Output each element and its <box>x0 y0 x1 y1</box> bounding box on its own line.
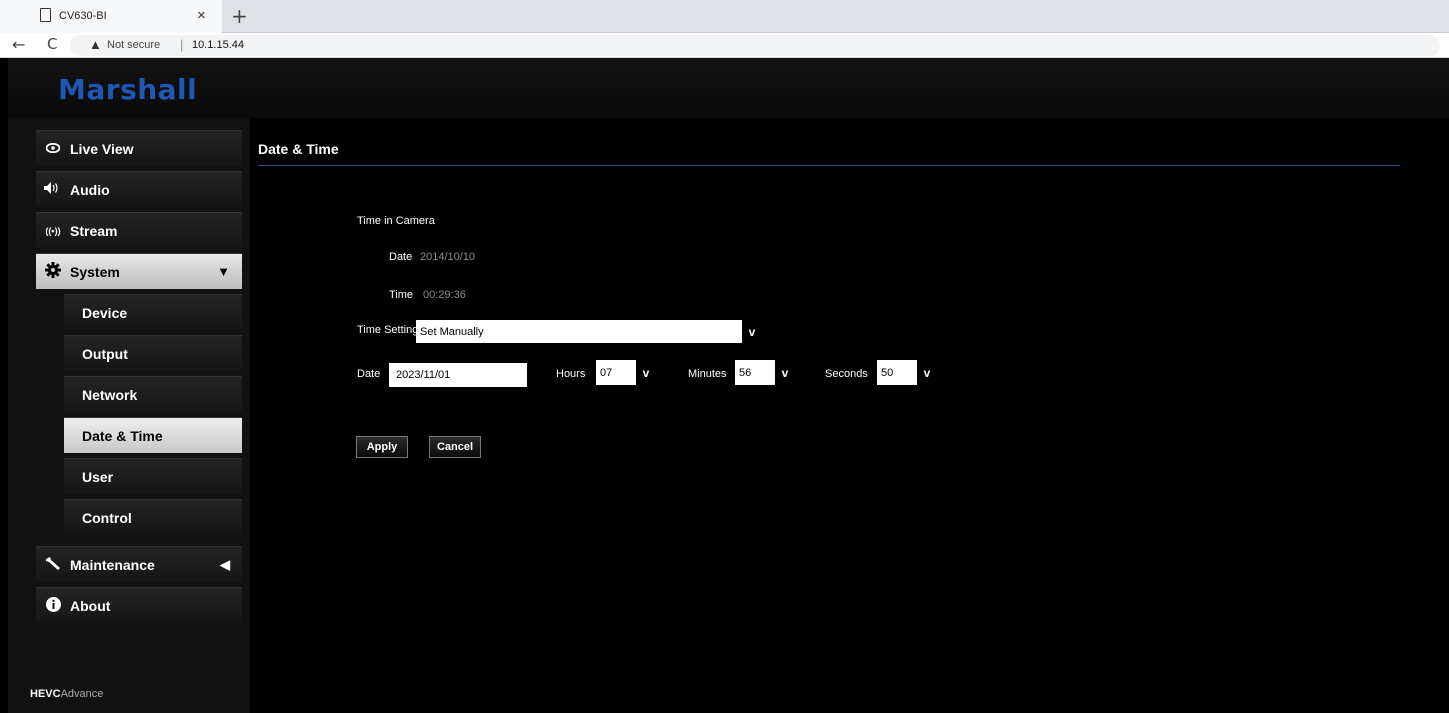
time-setting-label: Time Setting <box>357 324 419 336</box>
seconds-value: 50 <box>881 366 894 379</box>
sidebar-item-label: System <box>70 263 120 280</box>
sidebar-item-live-view[interactable]: Live View <box>36 130 242 166</box>
sidebar-item-maintenance[interactable]: Maintenance ◀ <box>36 546 242 582</box>
hours-value: 07 <box>600 366 613 379</box>
camera-date-label: Date <box>389 251 413 263</box>
cancel-button[interactable]: Cancel <box>429 436 481 458</box>
eye-icon <box>36 141 70 156</box>
url-text[interactable]: 10.1.15.44 <box>192 39 244 51</box>
gear-icon <box>36 262 70 281</box>
browser-tab-bar: CV630-BI × + <box>0 0 1449 33</box>
url-bar[interactable]: ▲ Not secure | 10.1.15.44 <box>70 35 1440 56</box>
close-tab-icon[interactable]: × <box>197 7 206 24</box>
main-panel: Date & Time Time in Camera Date 2014/10/… <box>258 118 1449 713</box>
hevc-advance-text: Advance <box>60 688 104 700</box>
not-secure-label[interactable]: Not secure <box>107 39 160 51</box>
camera-time-value: 00:29:36 <box>423 289 466 301</box>
hevc-advance-logo: HEVCAdvance <box>30 688 103 700</box>
page-icon <box>40 8 51 22</box>
subnav-device[interactable]: Device <box>64 294 242 330</box>
caret-left-icon: ◀ <box>220 557 230 572</box>
address-bar-row: ← C ▲ Not secure | 10.1.15.44 <box>0 33 1449 58</box>
minutes-value: 56 <box>739 366 752 379</box>
page-title: Date & Time <box>258 141 339 157</box>
subnav-date-time[interactable]: Date & Time <box>64 417 242 453</box>
minutes-select[interactable]: 56 v <box>735 360 795 385</box>
seconds-label: Seconds <box>825 368 868 380</box>
apply-button[interactable]: Apply <box>356 436 408 458</box>
sidebar-item-system[interactable]: System ▼ <box>36 253 242 289</box>
tab-title: CV630-BI <box>59 10 107 22</box>
sidebar-item-label: Live View <box>70 140 134 157</box>
info-icon <box>36 596 70 615</box>
hours-label: Hours <box>556 368 586 380</box>
back-arrow-icon[interactable]: ← <box>12 35 25 54</box>
sidebar-item-label: Maintenance <box>70 556 155 573</box>
sidebar: Live View Audio ((•)) Stream System ▼ De… <box>8 118 250 713</box>
time-setting-select[interactable]: Set Manually v <box>416 320 762 343</box>
camera-web-ui: Marshall Live View Audio ((•)) Stream Sy… <box>8 58 1449 713</box>
header: Marshall <box>8 58 1449 118</box>
sidebar-item-label: Stream <box>70 222 118 239</box>
reload-icon[interactable]: C <box>47 35 57 53</box>
sidebar-item-label: Audio <box>70 181 110 198</box>
subnav-user[interactable]: User <box>64 458 242 494</box>
minutes-label: Minutes <box>688 368 727 380</box>
sidebar-item-about[interactable]: About <box>36 587 242 623</box>
warning-icon[interactable]: ▲ <box>89 37 102 52</box>
sidebar-item-label: About <box>70 597 111 614</box>
chevron-down-icon[interactable]: v <box>742 320 762 343</box>
sidebar-item-stream[interactable]: ((•)) Stream <box>36 212 242 248</box>
subnav-control[interactable]: Control <box>64 499 242 535</box>
caret-down-icon: ▼ <box>217 264 230 279</box>
title-divider <box>258 165 1400 166</box>
wrench-icon <box>36 556 70 573</box>
chevron-down-icon[interactable]: v <box>917 360 937 385</box>
broadcast-icon: ((•)) <box>45 225 61 236</box>
camera-time-label: Time <box>389 289 414 301</box>
speaker-icon <box>36 182 70 197</box>
hevc-brand: HEVC <box>30 688 61 700</box>
chevron-down-icon[interactable]: v <box>636 360 656 385</box>
date-input[interactable] <box>389 363 527 387</box>
date-label: Date <box>357 368 381 380</box>
sidebar-item-audio[interactable]: Audio <box>36 171 242 207</box>
new-tab-button[interactable]: + <box>231 4 248 28</box>
hours-select[interactable]: 07 v <box>596 360 656 385</box>
url-separator: | <box>180 37 184 52</box>
time-setting-value: Set Manually <box>420 325 484 338</box>
time-in-camera-heading: Time in Camera <box>357 215 435 227</box>
marshall-logo: Marshall <box>58 73 198 106</box>
subnav-output[interactable]: Output <box>64 335 242 371</box>
browser-tab[interactable]: CV630-BI × <box>0 0 222 33</box>
chevron-down-icon[interactable]: v <box>775 360 795 385</box>
seconds-select[interactable]: 50 v <box>877 360 937 385</box>
subnav-network[interactable]: Network <box>64 376 242 412</box>
camera-date-value: 2014/10/10 <box>420 251 476 263</box>
